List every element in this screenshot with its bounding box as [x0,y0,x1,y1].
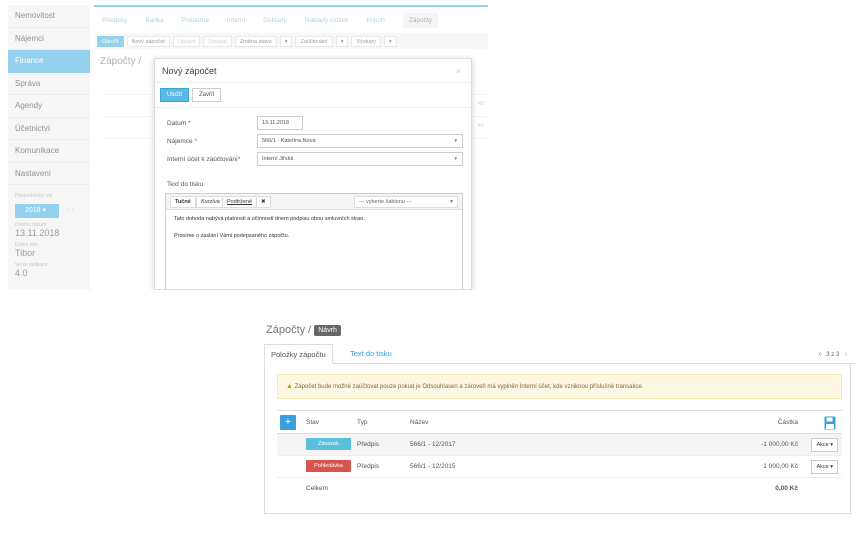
date-label: Datum * [167,120,191,127]
save-button[interactable]: Uložit [160,88,190,102]
amount-cell: 1 000,00 Kč [763,463,798,470]
app-screenshot-top: Nemovitost Nájemci Finance Správa Agendy… [0,0,488,290]
status-badge: Závazek [306,438,351,451]
warning-text: Zápočet bude možné zaúčtovat pouze pokud… [294,384,644,390]
editor-line: Tato dohoda nabývá platnosti a účinnosti… [174,216,365,222]
status-cell: Závazek [306,434,351,456]
chevron-down-icon: ▾ [450,199,453,205]
col-amount: Částka [777,419,798,426]
date-field[interactable]: 13.11.2018 [257,116,303,130]
items-table: + Stav Typ Název Částka Závazek Předpis … [277,410,842,500]
account-select[interactable]: Interní Jiřská ▾ [257,152,463,166]
date-row: Datum * 13.11.2018 [165,115,453,133]
chevron-left-icon[interactable]: ‹ [819,349,822,358]
page-title: Zápočty / Návrh [266,324,341,336]
italic-button[interactable]: Kurzíva [196,196,225,208]
pager: ‹ 3 z 3 › [819,349,847,358]
status-badge: Pohledávka [306,460,351,473]
chevron-down-icon: ▾ [454,156,457,162]
total-label: Celkem [306,485,329,492]
template-select[interactable]: --- vyberte šablonu --- ▾ [354,196,458,208]
tenant-select[interactable]: 566/1 - Kateřina Nová ▾ [257,134,463,148]
new-offset-modal: Nový zápočet × Uložit Zavřít Datum * 13.… [154,58,472,290]
underline-button[interactable]: Podtržené [222,196,258,208]
modal-body: Datum * 13.11.2018 Nájemce * 566/1 - Kat… [155,107,463,290]
amount-cell: -1 000,00 Kč [761,441,798,448]
name-cell: 566/1 - 12/2017 [410,441,456,448]
modal-title: Nový zápočet [162,66,217,76]
type-cell: Předpis [357,441,380,448]
clear-format-icon[interactable]: ✖ [256,196,271,208]
warning-icon: ▲ [286,383,293,390]
detail-tabs: Položky zápočtu Text do tisku [264,344,855,364]
actions-dropdown[interactable]: Akce ▾ [811,438,838,452]
tenant-label: Nájemce * [167,138,197,145]
pager-text: 3 z 3 [826,352,840,358]
actions-dropdown[interactable]: Akce ▾ [811,460,838,474]
status-badge: Návrh [314,325,341,336]
status-cell: Pohledávka [306,456,351,478]
editor-content[interactable]: Tato dohoda nabývá platnosti a účinnosti… [166,210,462,256]
print-text-editor[interactable]: Tučné Kurzíva Podtržené ✖ --- vyberte ša… [165,193,463,290]
table-header: + Stav Typ Název Částka [277,410,842,434]
close-icon[interactable]: × [456,59,461,83]
tab-print-text[interactable]: Text do tisku [344,344,398,364]
account-row: Interní účet k zaúčtování* Interní Jiřsk… [165,151,463,169]
table-row[interactable]: Pohledávka Předpis 566/1 - 12/2015 1 000… [277,456,842,478]
type-cell: Předpis [357,463,380,470]
chevron-down-icon: ▾ [454,138,457,144]
tenant-row: Nájemce * 566/1 - Kateřina Nová ▾ [165,133,463,151]
col-type: Typ [357,419,368,426]
close-button[interactable]: Zavřít [192,88,222,102]
stage: Nemovitost Nájemci Finance Správa Agendy… [0,0,859,541]
print-text-label: Text do tisku [167,181,204,188]
name-cell: 566/1 - 12/2015 [410,463,456,470]
modal-header: Nový zápočet × [155,59,471,83]
items-panel: ▲ Zápočet bude možné zaúčtovat pouze pok… [264,364,851,514]
table-footer: Celkem 0,00 Kč [277,478,842,500]
tab-items[interactable]: Položky zápočtu [264,344,333,364]
bold-button[interactable]: Tučné [170,196,196,208]
col-name: Název [410,419,429,426]
total-amount: 0,00 Kč [775,485,798,492]
offset-detail: Zápočty / Návrh Položky zápočtu Text do t… [260,318,859,518]
modal-buttons: Uložit Zavřít [155,83,471,108]
chevron-right-icon[interactable]: › [844,349,847,358]
save-icon[interactable] [824,416,836,430]
warning-alert: ▲ Zápočet bude možné zaúčtovat pouze pok… [277,374,842,399]
account-label: Interní účet k zaúčtování* [167,156,241,163]
table-row[interactable]: Závazek Předpis 566/1 - 12/2017 -1 000,0… [277,434,842,456]
editor-toolbar: Tučné Kurzíva Podtržené ✖ --- vyberte ša… [166,194,462,210]
col-status: Stav [306,419,320,426]
editor-line: Prosíme o zaslání Vámi podepsaného zápoč… [174,233,290,239]
add-item-button[interactable]: + [280,415,296,430]
